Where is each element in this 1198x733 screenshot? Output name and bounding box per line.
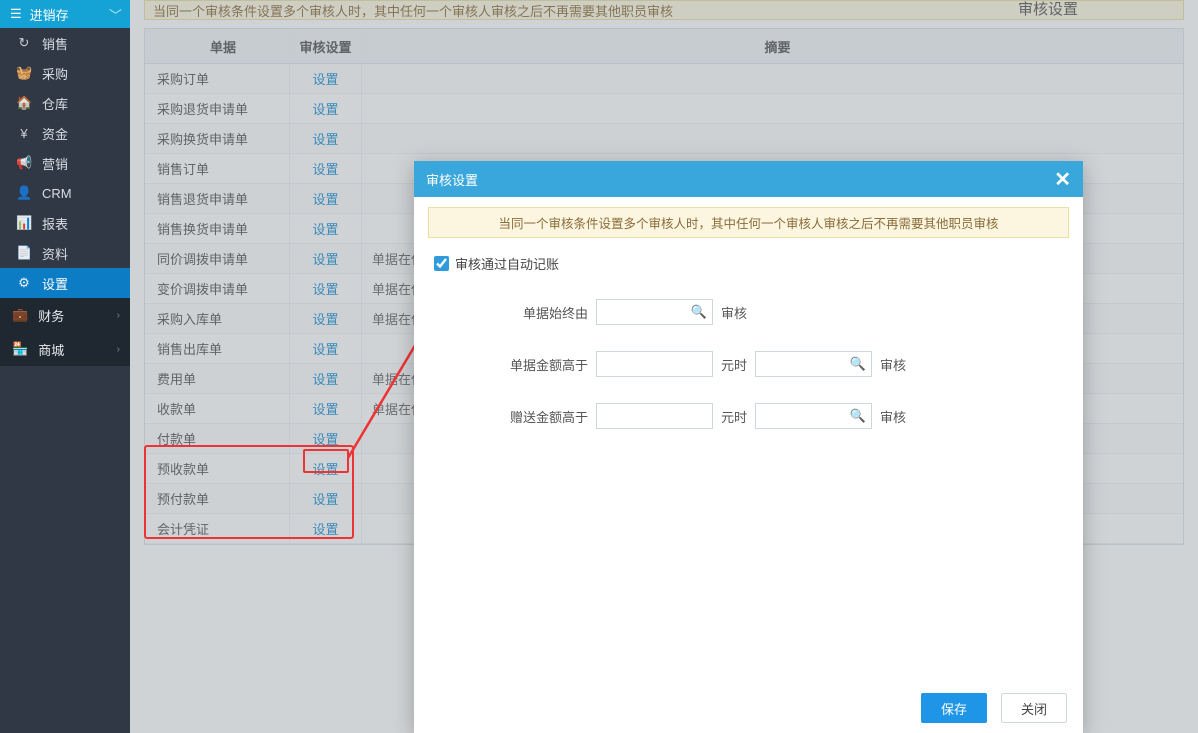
modal-footer: 保存 关闭 [921,693,1067,723]
chart-icon: 📊 [16,215,32,231]
store-icon: 🏪 [12,341,28,357]
gear-icon: ⚙ [16,275,32,291]
sidebar-item-purchase[interactable]: 🧺 采购 [0,58,130,88]
sidebar-header-label: 进销存 [30,5,69,24]
modal-header: 审核设置 ✕ [414,161,1083,197]
close-button[interactable]: 关闭 [1001,693,1067,723]
sidebar-item-reports[interactable]: 📊 报表 [0,208,130,238]
sidebar-item-settings[interactable]: ⚙ 设置 [0,268,130,298]
reviewer-lookup-2[interactable]: 🔍 [755,351,872,377]
form-label: 单据金额高于 [478,355,588,374]
sidebar-item-finance[interactable]: ¥ 资金 [0,118,130,148]
megaphone-icon: 📢 [16,155,32,171]
briefcase-icon: 💼 [12,307,28,323]
yen-icon: ¥ [16,126,32,141]
form-suffix: 审核 [721,303,747,322]
sidebar: ☰ 进销存 ﹀ ↻ 销售 🧺 采购 🏠 仓库 ¥ 资金 📢 营销 👤 CRM 📊 报表 📄 资料… [0,0,130,733]
caret-right-icon: › [117,310,120,321]
sidebar-item-label: 采购 [42,64,68,83]
amount-threshold-input[interactable] [596,351,713,377]
sidebar-item-label: 资料 [42,244,68,263]
form-suffix: 审核 [880,355,906,374]
document-icon: 📄 [16,245,32,261]
modal-title: 审核设置 [426,170,478,189]
reviewer-lookup-3[interactable]: 🔍 [755,403,872,429]
sidebar-item-label: CRM [42,186,72,201]
sidebar-item-sales[interactable]: ↻ 销售 [0,28,130,58]
checkbox-label: 审核通过自动记账 [455,254,559,273]
form-mid: 元时 [721,407,747,426]
sidebar-item-warehouse[interactable]: 🏠 仓库 [0,88,130,118]
sidebar-item-label: 销售 [42,34,68,53]
auto-post-checkbox[interactable]: 审核通过自动记账 [434,254,1069,273]
chevron-down-icon: ﹀ [109,5,122,24]
sidebar-section-mall[interactable]: 🏪 商城 › [0,332,130,366]
form-row-always: 单据始终由 🔍 审核 [414,299,1083,325]
sidebar-item-label: 营销 [42,154,68,173]
sidebar-item-crm[interactable]: 👤 CRM [0,178,130,208]
gift-threshold-input[interactable] [596,403,713,429]
warehouse-icon: 🏠 [16,95,32,111]
sidebar-item-data[interactable]: 📄 资料 [0,238,130,268]
sidebar-item-label: 报表 [42,214,68,233]
form-row-amount: 单据金额高于 元时 🔍 审核 [414,351,1083,377]
sidebar-item-marketing[interactable]: 📢 营销 [0,148,130,178]
form-row-gift: 赠送金额高于 元时 🔍 审核 [414,403,1083,429]
modal-notice: 当同一个审核条件设置多个审核人时，其中任何一个审核人审核之后不再需要其他职员审核 [428,207,1069,238]
audit-settings-modal: 审核设置 ✕ 当同一个审核条件设置多个审核人时，其中任何一个审核人审核之后不再需… [414,161,1083,733]
search-icon: 🔍 [850,356,866,372]
sidebar-header[interactable]: ☰ 进销存 ﹀ [0,0,130,28]
list-icon: ☰ [10,6,22,22]
close-icon[interactable]: ✕ [1054,167,1071,192]
sidebar-item-label: 仓库 [42,94,68,113]
form-mid: 元时 [721,355,747,374]
sidebar-item-label: 资金 [42,124,68,143]
search-icon: 🔍 [850,408,866,424]
form-label: 赠送金额高于 [478,407,588,426]
auto-post-checkbox-input[interactable] [434,256,449,271]
form-suffix: 审核 [880,407,906,426]
basket-icon: 🧺 [16,65,32,81]
sidebar-item-label: 设置 [42,274,68,293]
person-icon: 👤 [16,185,32,201]
sidebar-section-accounting[interactable]: 💼 财务 › [0,298,130,332]
save-button[interactable]: 保存 [921,693,987,723]
search-icon: 🔍 [691,304,707,320]
caret-right-icon: › [117,344,120,355]
sidebar-section-label: 财务 [38,306,64,325]
form-label: 单据始终由 [478,303,588,322]
reviewer-lookup-1[interactable]: 🔍 [596,299,713,325]
refresh-icon: ↻ [16,35,32,51]
sidebar-section-label: 商城 [38,340,64,359]
